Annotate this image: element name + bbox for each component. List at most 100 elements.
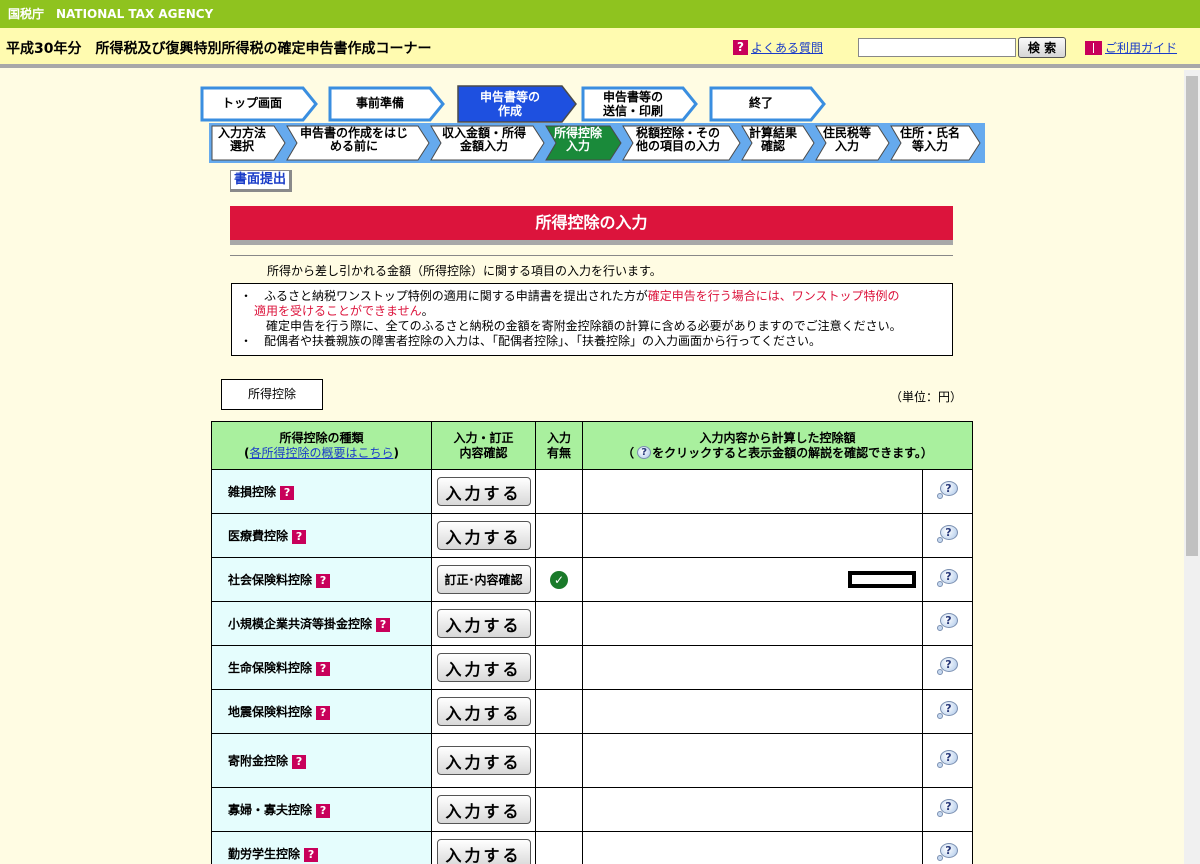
paper-submission-button[interactable]: 書面提出 [230, 170, 293, 192]
substep-deduction: 所得控除 入力 [551, 127, 605, 153]
substep-address[interactable]: 住所・氏名 等入力 [895, 127, 965, 153]
deduction-name: 勤労学生控除? [211, 831, 432, 864]
guide-link[interactable]: ご利用ガイド [1085, 39, 1177, 56]
substep-income[interactable]: 収入金額・所得 金額入力 [436, 127, 532, 153]
input-cell: 訂正･内容確認 [431, 557, 536, 602]
amount-cell [582, 513, 923, 558]
guide-link-label[interactable]: ご利用ガイド [1105, 39, 1177, 56]
help-icon: ? [733, 40, 748, 55]
help-cell: ? [922, 513, 973, 558]
overview-link[interactable]: 各所得控除の概要はこちら [249, 446, 393, 460]
input-button[interactable]: 入力する [436, 697, 531, 726]
substep-address-l2: 等入力 [911, 139, 948, 153]
deduction-name: 生命保険料控除? [211, 645, 432, 690]
input-button[interactable]: 入力する [436, 746, 531, 775]
faq-link-label[interactable]: よくある質問 [751, 39, 823, 56]
help-bubble-icon[interactable]: ? [936, 613, 959, 631]
step-end[interactable]: 終了 [711, 96, 811, 110]
amount-cell [582, 645, 923, 690]
step-send[interactable]: 申告書等の 送信・印刷 [583, 90, 683, 118]
deduction-name-label: 地震保険料控除 [228, 705, 313, 719]
deduction-name-label: 医療費控除 [228, 529, 289, 543]
header-flag-l2: 有無 [546, 445, 571, 460]
table-row: 地震保険料控除? 入力する? [211, 689, 973, 734]
header-type: 所得控除の種類 (各所得控除の概要はこちら) [211, 421, 432, 470]
section-title: 所得控除の入力 [230, 206, 953, 245]
input-button[interactable]: 入力する [436, 839, 531, 864]
intro-text: 所得から差し引かれる金額（所得控除）に関する項目の入力を行います。 [230, 255, 953, 279]
input-button[interactable]: 入力する [436, 521, 531, 550]
substep-income-l2: 金額入力 [459, 139, 508, 153]
help-cell: ? [922, 787, 973, 832]
header-amount-l1: 入力内容から計算した控除額 [699, 430, 856, 445]
notice-line-2: 適用を受けることができません。 [240, 304, 944, 319]
notice-line-2-red: 適用を受けることができません [254, 304, 422, 318]
help-bubble-icon[interactable]: ? [936, 569, 959, 587]
table-row: 生命保険料控除? 入力する? [211, 645, 973, 690]
notice-box: ・ ふるさと納税ワンストップ特例の適用に関する申請書を提出された方が確定申告を行… [231, 283, 953, 356]
deduction-name-label: 小規模企業共済等掛金控除 [228, 617, 373, 631]
help-cell: ? [922, 601, 973, 646]
help-icon[interactable]: ? [316, 661, 331, 676]
amount-cell [582, 557, 923, 602]
help-icon[interactable]: ? [292, 754, 307, 769]
header-amount-l2: （? をクリックすると表示金額の解説を確認できます。） [583, 446, 972, 461]
input-button[interactable]: 入力する [436, 477, 531, 506]
help-bubble-icon[interactable]: ? [936, 750, 959, 768]
deduction-name-label: 社会保険料控除 [228, 573, 313, 587]
table-header-row: 所得控除の種類 (各所得控除の概要はこちら) 入力・訂正 内容確認 入力 有無 入力… [211, 421, 973, 470]
substep-before[interactable]: 申告書の作成をはじ める前に [292, 127, 416, 153]
substep-method[interactable]: 入力方法 選択 [212, 127, 272, 153]
help-cell: ? [922, 469, 973, 514]
help-icon[interactable]: ? [304, 847, 319, 862]
help-icon[interactable]: ? [280, 485, 295, 500]
table-row: 医療費控除? 入力する? [211, 513, 973, 558]
header-input-l1: 入力・訂正 [453, 430, 514, 445]
help-bubble-icon[interactable]: ? [936, 799, 959, 817]
substep-result[interactable]: 計算結果 確認 [746, 127, 800, 153]
header-input-l2: 内容確認 [459, 445, 508, 460]
deduction-name: 社会保険料控除? [211, 557, 432, 602]
deduction-name: 寡婦・寡夫控除? [211, 787, 432, 832]
redacted-amount [848, 571, 916, 588]
help-bubble-icon[interactable]: ? [936, 657, 959, 675]
notice-line-3: 確定申告を行う際に、全てのふるさと納税の金額を寄附金控除額の計算に含める必要があ… [266, 319, 902, 333]
substep-method-l2: 選択 [229, 139, 254, 153]
input-flag-cell [535, 831, 583, 864]
step-send-line1: 申告書等の [602, 90, 663, 104]
title-bar: 平成30年分 所得税及び復興特別所得税の確定申告書作成コーナー ? よくある質問… [0, 28, 1200, 68]
help-icon[interactable]: ? [316, 573, 331, 588]
help-icon[interactable]: ? [316, 705, 331, 720]
header-amount: 入力内容から計算した控除額 （? をクリックすると表示金額の解説を確認できます。） [582, 421, 973, 470]
amount-cell [582, 601, 923, 646]
step-create-line2: 作成 [497, 104, 522, 118]
scrollbar-thumb[interactable] [1186, 76, 1198, 556]
substep-resident-tax[interactable]: 住民税等 入力 [818, 127, 876, 153]
notice-line-2-text: 。 [421, 304, 434, 318]
help-icon[interactable]: ? [292, 529, 307, 544]
header-amount-l2-prefix: （ [622, 445, 635, 460]
step-top[interactable]: トップ画面 [202, 96, 302, 110]
input-button[interactable]: 入力する [436, 653, 531, 682]
help-bubble-icon[interactable]: ? [936, 525, 959, 543]
input-cell: 入力する [431, 513, 536, 558]
help-icon[interactable]: ? [376, 617, 391, 632]
help-bubble-icon[interactable]: ? [936, 843, 959, 861]
help-bubble-icon[interactable]: ? [936, 701, 959, 719]
input-button[interactable]: 入力する [436, 609, 531, 638]
amount-cell [582, 733, 923, 788]
help-cell: ? [922, 733, 973, 788]
scrollbar[interactable] [1184, 70, 1200, 864]
search-input[interactable] [858, 38, 1016, 57]
input-flag-cell [535, 513, 583, 558]
help-bubble-icon[interactable]: ? [936, 481, 959, 499]
search-button[interactable]: 検 索 [1018, 37, 1066, 58]
help-icon[interactable]: ? [316, 803, 331, 818]
amount-cell [582, 469, 923, 514]
input-button[interactable]: 入力する [436, 795, 531, 824]
help-cell: ? [922, 645, 973, 690]
step-prep[interactable]: 事前準備 [330, 96, 430, 110]
faq-link[interactable]: ? よくある質問 [733, 39, 823, 56]
substep-tax-credit[interactable]: 税額控除・その 他の項目の入力 [628, 127, 728, 153]
input-button[interactable]: 訂正･内容確認 [436, 565, 531, 594]
